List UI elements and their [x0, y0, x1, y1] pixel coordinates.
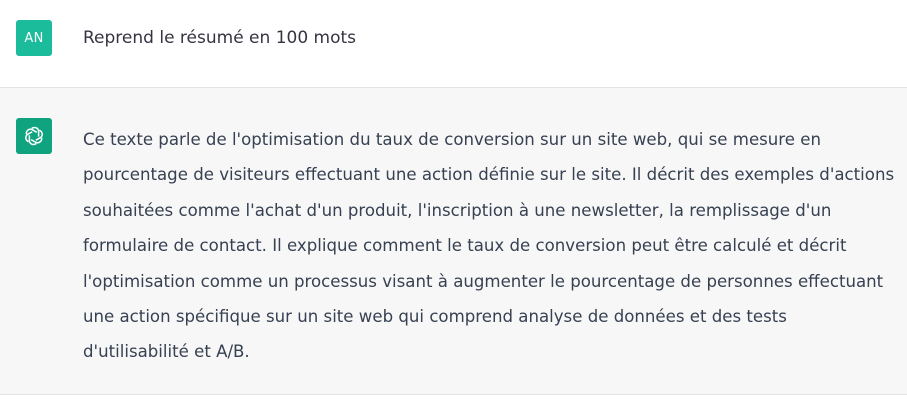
assistant-message: Ce texte parle de l'optimisation du taux… — [0, 88, 907, 395]
assistant-avatar — [16, 118, 52, 154]
user-avatar: AN — [16, 20, 52, 56]
openai-logo-icon — [25, 126, 43, 146]
user-message: AN Reprend le résumé en 100 mots — [0, 0, 907, 88]
thread-bottom-spacer — [0, 396, 907, 415]
user-avatar-initials: AN — [24, 30, 44, 46]
assistant-message-text: Ce texte parle de l'optimisation du taux… — [83, 130, 895, 362]
user-message-text: Reprend le résumé en 100 mots — [83, 28, 357, 48]
chat-thread: AN Reprend le résumé en 100 mots Ce text… — [0, 0, 907, 415]
